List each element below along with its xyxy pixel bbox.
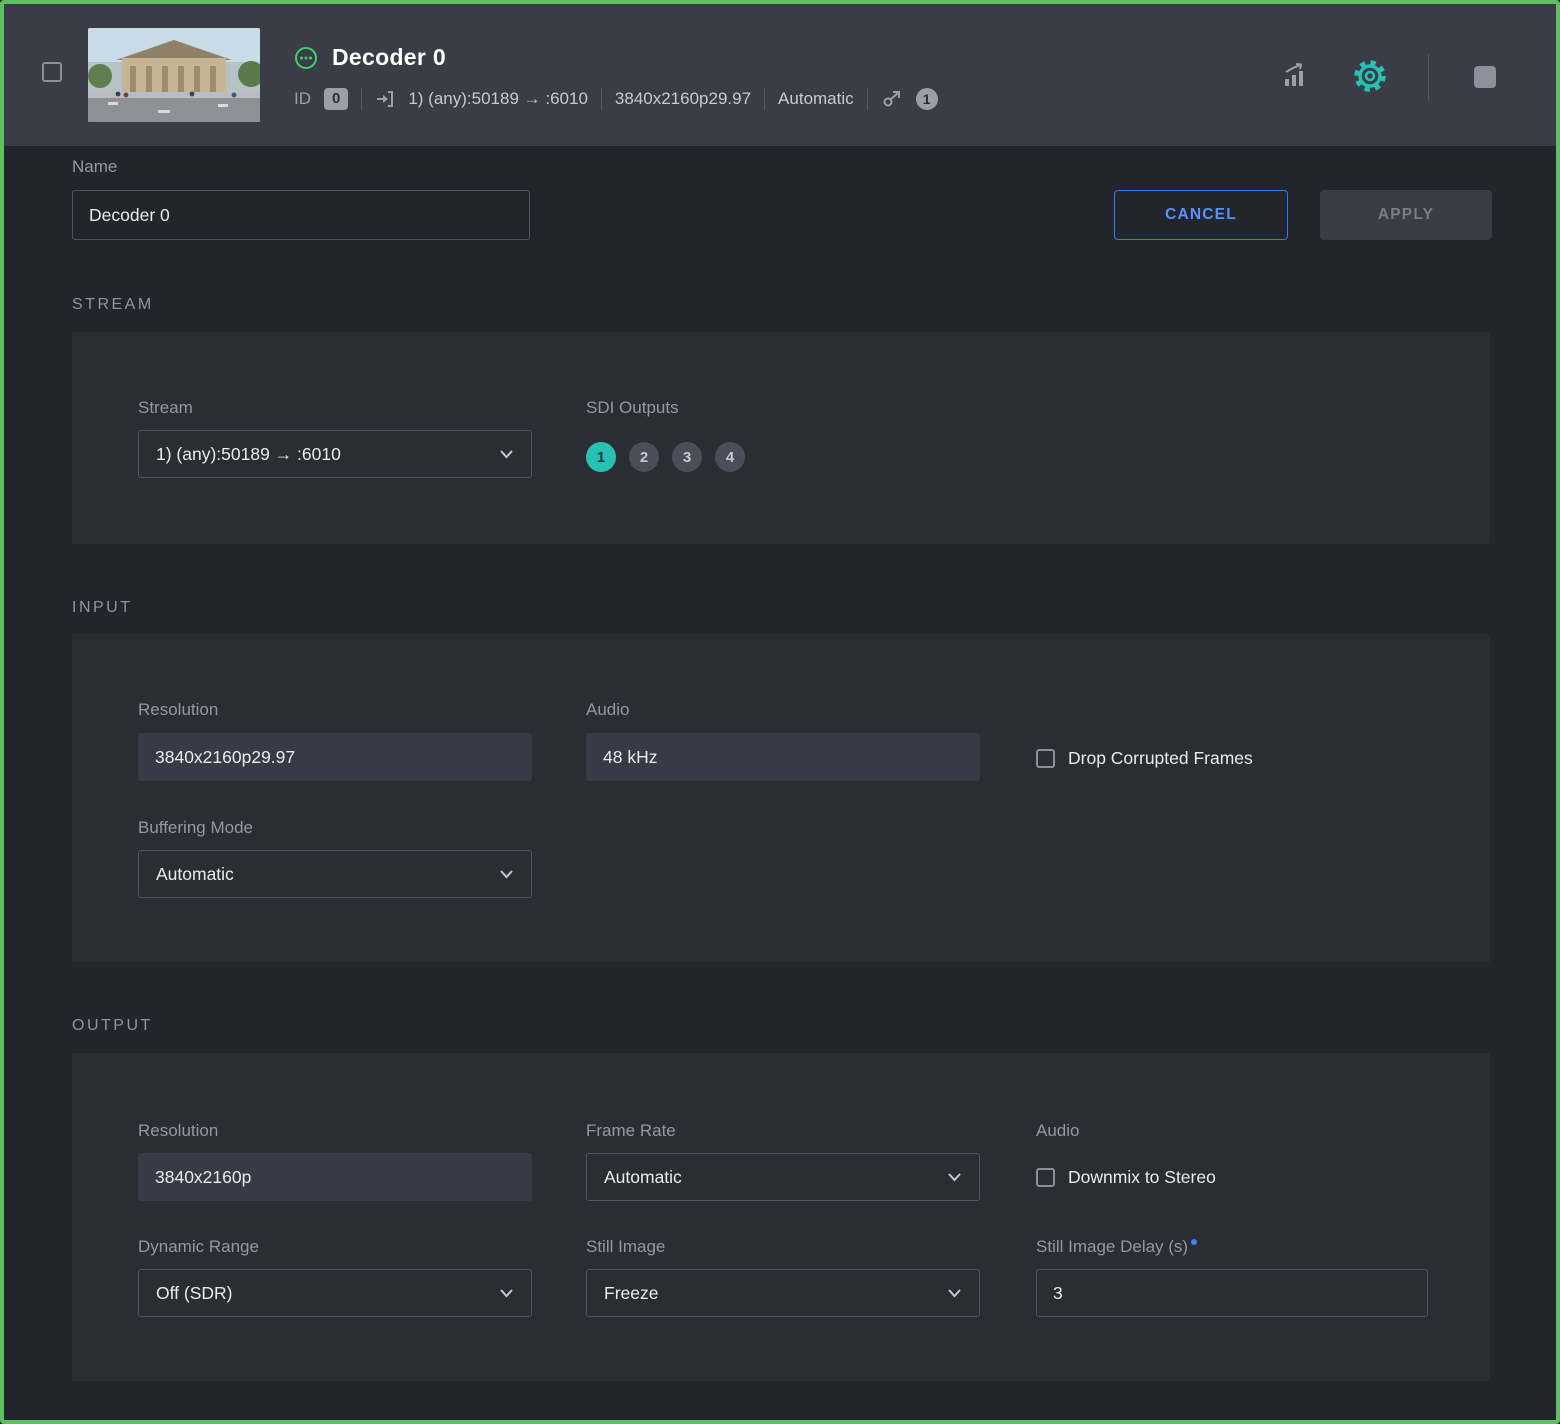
stream-select-value: 1) (any):50189 → :6010 xyxy=(156,443,341,464)
meta-stream-info: 1) (any):50189 → :6010 xyxy=(408,89,588,108)
settings-gear-icon[interactable] xyxy=(1352,58,1388,94)
output-audio-label: Audio xyxy=(1036,1121,1080,1140)
input-audio-label: Audio xyxy=(586,700,630,719)
dynamic-range-label: Dynamic Range xyxy=(138,1237,259,1256)
meta-divider xyxy=(866,88,868,110)
still-image-value: Freeze xyxy=(604,1282,659,1303)
panel-toggle-icon[interactable] xyxy=(1474,66,1496,88)
video-preview-thumbnail[interactable] xyxy=(88,28,260,122)
chevron-down-icon xyxy=(499,869,514,879)
sdi-output-3[interactable]: 3 xyxy=(672,442,702,472)
downmix-stereo-label: Downmix to Stereo xyxy=(1068,1167,1216,1187)
input-panel: Resolution 3840x2160p29.97 Audio 48 kHz … xyxy=(72,634,1490,962)
input-resolution-value: 3840x2160p29.97 xyxy=(155,746,296,767)
output-panel: Resolution 3840x2160p Frame Rate Automat… xyxy=(72,1053,1490,1381)
sdi-output-1[interactable]: 1 xyxy=(586,442,616,472)
checkbox-box-icon[interactable] xyxy=(1036,1168,1055,1187)
frame-rate-value: Automatic xyxy=(604,1166,682,1187)
stream-label: Stream xyxy=(138,398,193,417)
decoder-select-checkbox[interactable] xyxy=(42,62,62,82)
input-audio-value: 48 kHz xyxy=(603,746,658,767)
input-resolution-label: Resolution xyxy=(138,700,219,719)
header-divider xyxy=(1428,54,1429,100)
chevron-down-icon xyxy=(499,1288,514,1298)
buffering-mode-label: Buffering Mode xyxy=(138,818,253,837)
frame-rate-label: Frame Rate xyxy=(586,1121,676,1140)
input-audio-field: 48 kHz xyxy=(586,733,980,781)
chevron-down-icon xyxy=(499,449,514,459)
still-image-label: Still Image xyxy=(586,1237,666,1256)
still-image-delay-label: Still Image Delay (s) xyxy=(1036,1237,1198,1257)
decoder-meta-row: ID 0 1) (any):50189 → :6010 3840x2160p29… xyxy=(294,86,938,112)
dynamic-range-select[interactable]: Off (SDR) xyxy=(138,1269,532,1317)
id-label: ID xyxy=(294,89,311,108)
stream-select[interactable]: 1) (any):50189 → :6010 xyxy=(138,430,532,478)
drop-corrupted-frames-checkbox[interactable]: Drop Corrupted Frames xyxy=(1036,748,1253,769)
stream-section-heading: STREAM xyxy=(72,296,154,313)
output-count-badge: 1 xyxy=(915,88,938,110)
apply-button[interactable]: APPLY xyxy=(1320,190,1492,240)
meta-resolution: 3840x2160p29.97 xyxy=(614,89,752,108)
sdi-outputs-group: 1 2 3 4 xyxy=(586,442,745,472)
buffering-mode-value: Automatic xyxy=(156,863,234,884)
chevron-down-icon xyxy=(947,1288,962,1298)
checkbox-box-icon[interactable] xyxy=(1036,749,1055,768)
output-resolution-label: Resolution xyxy=(138,1121,219,1140)
drop-corrupted-frames-label: Drop Corrupted Frames xyxy=(1068,748,1253,768)
buffering-mode-select[interactable]: Automatic xyxy=(138,850,532,898)
chevron-down-icon xyxy=(947,1172,962,1182)
dynamic-range-value: Off (SDR) xyxy=(156,1282,233,1303)
meta-divider xyxy=(361,88,363,110)
modified-indicator-dot xyxy=(1191,1239,1198,1246)
id-badge: 0 xyxy=(324,88,349,110)
input-section-heading: INPUT xyxy=(72,599,133,616)
video-thumbnail-image xyxy=(88,28,260,122)
decoder-settings-page: Decoder 0 ID 0 1) (any):50189 → :6010 38… xyxy=(0,0,1560,1424)
still-image-delay-label-text: Still Image Delay (s) xyxy=(1036,1237,1189,1256)
output-resolution-value: 3840x2160p xyxy=(155,1166,252,1187)
sdi-outputs-label: SDI Outputs xyxy=(586,398,679,417)
name-label: Name xyxy=(72,157,118,176)
downmix-stereo-checkbox[interactable]: Downmix to Stereo xyxy=(1036,1167,1216,1188)
stream-panel: Stream 1) (any):50189 → :6010 SDI Output… xyxy=(72,332,1490,544)
output-section-heading: OUTPUT xyxy=(72,1017,153,1034)
decoder-status-icon xyxy=(295,47,317,69)
sdi-output-4[interactable]: 4 xyxy=(715,442,745,472)
still-image-delay-input[interactable] xyxy=(1036,1269,1428,1317)
sdi-output-2[interactable]: 2 xyxy=(629,442,659,472)
input-resolution-field: 3840x2160p29.97 xyxy=(138,733,532,781)
meta-divider xyxy=(600,88,602,110)
decoder-header: Decoder 0 ID 0 1) (any):50189 → :6010 38… xyxy=(4,4,1556,146)
still-image-select[interactable]: Freeze xyxy=(586,1269,980,1317)
frame-rate-select[interactable]: Automatic xyxy=(586,1153,980,1201)
cancel-button[interactable]: CANCEL xyxy=(1114,190,1288,240)
decoder-title: Decoder 0 xyxy=(332,44,446,70)
name-input[interactable] xyxy=(72,190,530,240)
output-route-icon xyxy=(883,91,900,107)
output-resolution-field: 3840x2160p xyxy=(138,1153,532,1201)
statistics-chart-icon[interactable] xyxy=(1278,60,1310,92)
meta-divider xyxy=(764,88,766,110)
meta-mode: Automatic xyxy=(778,89,854,108)
stream-input-icon xyxy=(377,91,394,107)
